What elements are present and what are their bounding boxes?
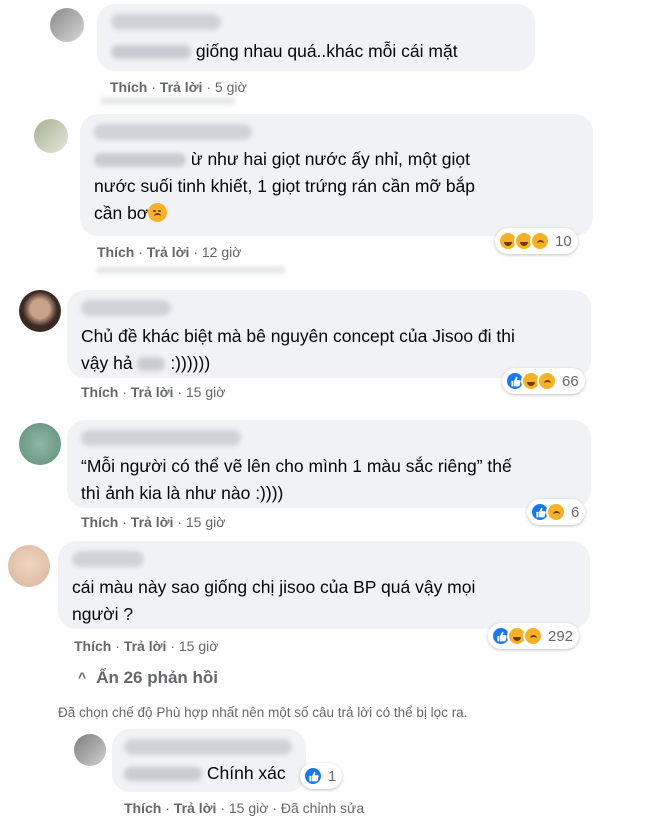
like-button[interactable]: Thích (74, 638, 111, 654)
like-button[interactable]: Thích (124, 800, 161, 816)
comment-bubble: “Mỗi người có thể vẽ lên cho mình 1 màu … (67, 420, 591, 508)
reply-actions: Thích · Trả lời · 15 giờ · Đã chỉnh sửa (124, 800, 365, 816)
avatar[interactable] (19, 423, 61, 465)
comment-actions: Thích · Trả lời · 15 giờ (81, 384, 226, 400)
like-button[interactable]: Thích (97, 244, 134, 260)
reaction-count: 10 (555, 232, 572, 250)
filter-notice: Đã chọn chế độ Phù hợp nhất nên một số c… (58, 705, 468, 720)
reply-button[interactable]: Trả lời (131, 384, 174, 400)
comment-text: Chính xác (124, 760, 286, 787)
comment-actions: Thích · Trả lời · 15 giờ (81, 514, 226, 530)
comment-bubble: cái màu này sao giống chị jisoo của BP q… (58, 541, 590, 629)
reaction-count: 292 (548, 627, 574, 645)
frowning-emoji-icon (148, 203, 168, 222)
timestamp[interactable]: 5 giờ (215, 79, 247, 95)
comment-text: cái màu này sao giống chị jisoo của BP q… (72, 577, 476, 624)
commenter-name-blurred[interactable] (81, 300, 171, 316)
comment-text: ừ như hai giọt nước ấy nhỉ, một giọt nướ… (94, 149, 476, 223)
reaction-count: 1 (328, 767, 337, 785)
avatar[interactable] (34, 119, 68, 153)
commenter-name-blurred[interactable] (72, 551, 144, 567)
commenter-name-blurred[interactable] (124, 739, 292, 755)
timestamp[interactable]: 15 giờ (186, 514, 226, 530)
reaction-summary[interactable]: 1 (300, 763, 343, 789)
like-icon (303, 766, 323, 786)
commenter-name-blurred[interactable] (81, 430, 241, 446)
commenter-name-blurred[interactable] (94, 124, 252, 140)
chevron-up-icon: ^ (78, 669, 87, 685)
reaction-count: 6 (571, 503, 580, 521)
like-button[interactable]: Thích (81, 384, 118, 400)
sad-icon (530, 231, 550, 251)
cropped-text-remnant (96, 266, 286, 274)
commenter-name-blurred[interactable] (111, 14, 221, 30)
comment-bubble: ừ như hai giọt nước ấy nhỉ, một giọt nướ… (80, 114, 593, 236)
timestamp[interactable]: 12 giờ (202, 244, 242, 260)
comment-actions: Thích · Trả lời · 12 giờ (97, 244, 242, 260)
reply-button[interactable]: Trả lời (131, 514, 174, 530)
timestamp[interactable]: 15 giờ (186, 384, 226, 400)
edited-label[interactable]: Đã chỉnh sửa (281, 800, 364, 816)
comment-bubble: Chủ đề khác biệt mà bê nguyên concept củ… (67, 290, 591, 378)
reply-button[interactable]: Trả lời (147, 244, 190, 260)
blurred-text (124, 767, 202, 782)
blurred-text (111, 45, 191, 60)
reaction-summary[interactable]: 6 (527, 499, 586, 525)
comment-actions: Thích · Trả lời · 5 giờ (110, 79, 247, 95)
comment-text: giống nhau quá..khác mỗi cái mặt (111, 38, 458, 65)
comment-text: “Mỗi người có thể vẽ lên cho mình 1 màu … (81, 456, 512, 503)
blurred-text (137, 357, 166, 372)
sad-icon (523, 626, 543, 646)
reply-button[interactable]: Trả lời (160, 79, 203, 95)
avatar[interactable] (19, 290, 61, 332)
hide-replies-button[interactable]: ^ Ẩn 26 phản hồi (78, 668, 218, 688)
reply-button[interactable]: Trả lời (124, 638, 167, 654)
comment-text: Chủ đề khác biệt mà bê nguyên concept củ… (81, 326, 515, 373)
timestamp[interactable]: 15 giờ (229, 800, 269, 816)
comment-actions: Thích · Trả lời · 15 giờ (74, 638, 219, 654)
like-button[interactable]: Thích (81, 514, 118, 530)
avatar[interactable] (8, 545, 50, 587)
reply-button[interactable]: Trả lời (174, 800, 217, 816)
reaction-summary[interactable]: 10 (495, 228, 578, 254)
reply-bubble: Chính xác (112, 729, 306, 792)
timestamp[interactable]: 15 giờ (179, 638, 219, 654)
avatar[interactable] (74, 734, 106, 766)
reaction-count: 66 (562, 372, 579, 390)
sad-icon (546, 502, 566, 522)
like-button[interactable]: Thích (110, 79, 147, 95)
cropped-text-remnant (100, 97, 235, 105)
reaction-summary[interactable]: 66 (502, 368, 585, 394)
blurred-text (94, 153, 186, 168)
comment-bubble: giống nhau quá..khác mỗi cái mặt (97, 4, 535, 71)
sad-icon (537, 371, 557, 391)
avatar[interactable] (50, 8, 84, 42)
reaction-summary[interactable]: 292 (488, 623, 580, 649)
